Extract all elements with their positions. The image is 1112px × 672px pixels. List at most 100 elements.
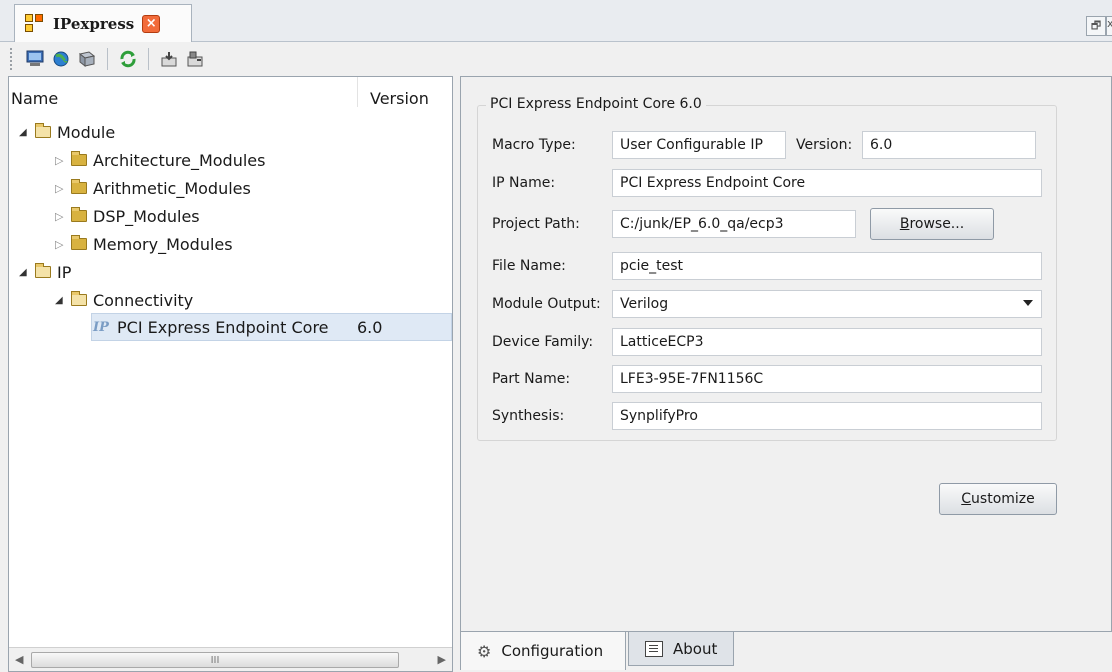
tree-header: Name Version	[9, 77, 452, 119]
tree-node-dsp-modules[interactable]: ▷ DSP_Modules	[55, 203, 200, 229]
tab-ipexpress[interactable]: IPexpress ×	[14, 4, 192, 42]
ip-name-label: IP Name:	[492, 175, 556, 191]
project-path-label: Project Path:	[492, 216, 580, 232]
expanded-arrow-icon[interactable]: ◢	[19, 127, 29, 138]
globe-icon[interactable]	[50, 48, 72, 70]
collapsed-arrow-icon[interactable]: ▷	[55, 238, 65, 251]
macro-type-label: Macro Type:	[492, 137, 576, 153]
configuration-panel: PCI Express Endpoint Core 6.0 Macro Type…	[460, 76, 1112, 632]
synthesis-label: Synthesis:	[492, 408, 565, 424]
device-family-label: Device Family:	[492, 334, 594, 350]
tree-node-label: PCI Express Endpoint Core	[117, 317, 329, 337]
open-folder-icon	[35, 263, 51, 278]
tree-node-connectivity[interactable]: ◢ Connectivity	[55, 287, 193, 313]
tree-node-architecture-modules[interactable]: ▷ Architecture_Modules	[55, 147, 265, 173]
collapsed-arrow-icon[interactable]: ▷	[55, 210, 65, 223]
module-output-select[interactable]: Verilog	[612, 290, 1042, 318]
part-name-field: LFE3-95E-7FN1156C	[612, 365, 1042, 393]
folder-icon	[71, 179, 87, 194]
tree-node-label: Connectivity	[93, 290, 194, 310]
part-name-row: Part Name: LFE3-95E-7FN1156C	[492, 365, 1042, 393]
module-tree-panel: Name Version ◢ Module ▷ Architecture_Mod…	[8, 76, 453, 672]
project-path-input[interactable]: C:/junk/EP_6.0_qa/ecp3	[612, 210, 856, 238]
refresh-icon[interactable]	[117, 48, 139, 70]
column-header-name[interactable]: Name	[9, 89, 357, 108]
customize-label: ustomize	[971, 491, 1035, 507]
computer-icon[interactable]	[24, 48, 46, 70]
import-icon[interactable]	[158, 48, 180, 70]
module-output-label: Module Output:	[492, 296, 601, 312]
browse-button[interactable]: Browse...	[870, 208, 994, 240]
customize-mnemonic: C	[961, 491, 972, 507]
core-properties-group: PCI Express Endpoint Core 6.0 Macro Type…	[477, 96, 1057, 441]
tree-node-pci-express-endpoint-core[interactable]: IP PCI Express Endpoint Core 6.0	[93, 314, 448, 340]
gears-icon: ⚙	[477, 641, 492, 661]
open-folder-icon	[71, 291, 87, 306]
ip-name-field: PCI Express Endpoint Core	[612, 169, 1042, 197]
group-title: PCI Express Endpoint Core 6.0	[486, 96, 706, 112]
synthesis-field: SynplifyPro	[612, 402, 1042, 430]
macro-type-row: Macro Type: User Configurable IP Version…	[492, 131, 1036, 159]
tab-configuration[interactable]: ⚙ Configuration	[460, 632, 626, 670]
device-family-row: Device Family: LatticeECP3	[492, 328, 1042, 356]
customize-button[interactable]: Customize	[939, 483, 1057, 515]
export-icon[interactable]	[184, 48, 206, 70]
macro-type-field: User Configurable IP	[612, 131, 786, 159]
column-header-version[interactable]: Version	[357, 77, 429, 108]
project-path-row: Project Path: C:/junk/EP_6.0_qa/ecp3	[492, 210, 856, 238]
bottom-tab-bar: ⚙ Configuration About	[460, 632, 1112, 672]
tree-node-label: Architecture_Modules	[93, 150, 266, 170]
module-output-value: Verilog	[620, 296, 669, 312]
file-name-row: File Name: pcie_test	[492, 252, 1042, 280]
browse-label: rowse...	[909, 216, 965, 232]
file-name-label: File Name:	[492, 258, 566, 274]
part-name-label: Part Name:	[492, 371, 571, 387]
device-family-field: LatticeECP3	[612, 328, 1042, 356]
tree-node-label: IP	[57, 262, 72, 282]
tree-node-label: Module	[57, 122, 116, 142]
tree-node-label: DSP_Modules	[93, 206, 200, 226]
tree-node-label: Memory_Modules	[93, 234, 233, 254]
tree-node-version: 6.0	[357, 317, 383, 337]
toolbar-separator	[148, 48, 149, 70]
toolbar	[0, 43, 1112, 75]
tree-node-memory-modules[interactable]: ▷ Memory_Modules	[55, 231, 233, 257]
file-name-input[interactable]: pcie_test	[612, 252, 1042, 280]
catalog-icon[interactable]	[76, 48, 98, 70]
expanded-arrow-icon[interactable]: ◢	[55, 295, 65, 306]
folder-icon	[71, 151, 87, 166]
module-output-row: Module Output: Verilog	[492, 290, 1042, 318]
scrollbar-grip: III	[210, 654, 220, 666]
document-icon	[645, 640, 663, 657]
ipexpress-app-icon	[25, 13, 45, 34]
close-window-icon[interactable]: x	[1106, 16, 1112, 36]
tab-about-label: About	[673, 639, 718, 658]
tab-configuration-label: Configuration	[501, 642, 604, 660]
close-tab-icon[interactable]: ×	[142, 14, 161, 33]
collapsed-arrow-icon[interactable]: ▷	[55, 182, 65, 195]
synthesis-row: Synthesis: SynplifyPro	[492, 402, 1042, 430]
horizontal-scrollbar[interactable]: ◀ III ▶	[9, 647, 452, 671]
tab-ipexpress-label: IPexpress	[53, 14, 135, 33]
ip-core-icon: IP	[93, 319, 109, 335]
version-label: Version:	[796, 137, 853, 153]
ip-name-row: IP Name: PCI Express Endpoint Core	[492, 169, 1042, 197]
scrollbar-thumb[interactable]: III	[31, 652, 399, 668]
tree-node-module[interactable]: ◢ Module	[19, 119, 115, 145]
dropdown-arrow-icon[interactable]	[1023, 300, 1033, 306]
version-field: 6.0	[862, 131, 1036, 159]
folder-icon	[71, 235, 87, 250]
collapsed-arrow-icon[interactable]: ▷	[55, 154, 65, 167]
toolbar-grip[interactable]	[10, 48, 14, 70]
scroll-right-arrow-icon[interactable]: ▶	[438, 653, 446, 666]
tree-node-ip[interactable]: ◢ IP	[19, 259, 71, 285]
expanded-arrow-icon[interactable]: ◢	[19, 267, 29, 278]
tree-node-arithmetic-modules[interactable]: ▷ Arithmetic_Modules	[55, 175, 251, 201]
toolbar-separator	[107, 48, 108, 70]
restore-window-icon[interactable]: 🗗	[1086, 16, 1106, 36]
tab-about[interactable]: About	[628, 632, 734, 666]
tree-node-label: Arithmetic_Modules	[93, 178, 251, 198]
open-folder-icon	[35, 123, 51, 138]
folder-icon	[71, 207, 87, 222]
scroll-left-arrow-icon[interactable]: ◀	[15, 653, 23, 666]
